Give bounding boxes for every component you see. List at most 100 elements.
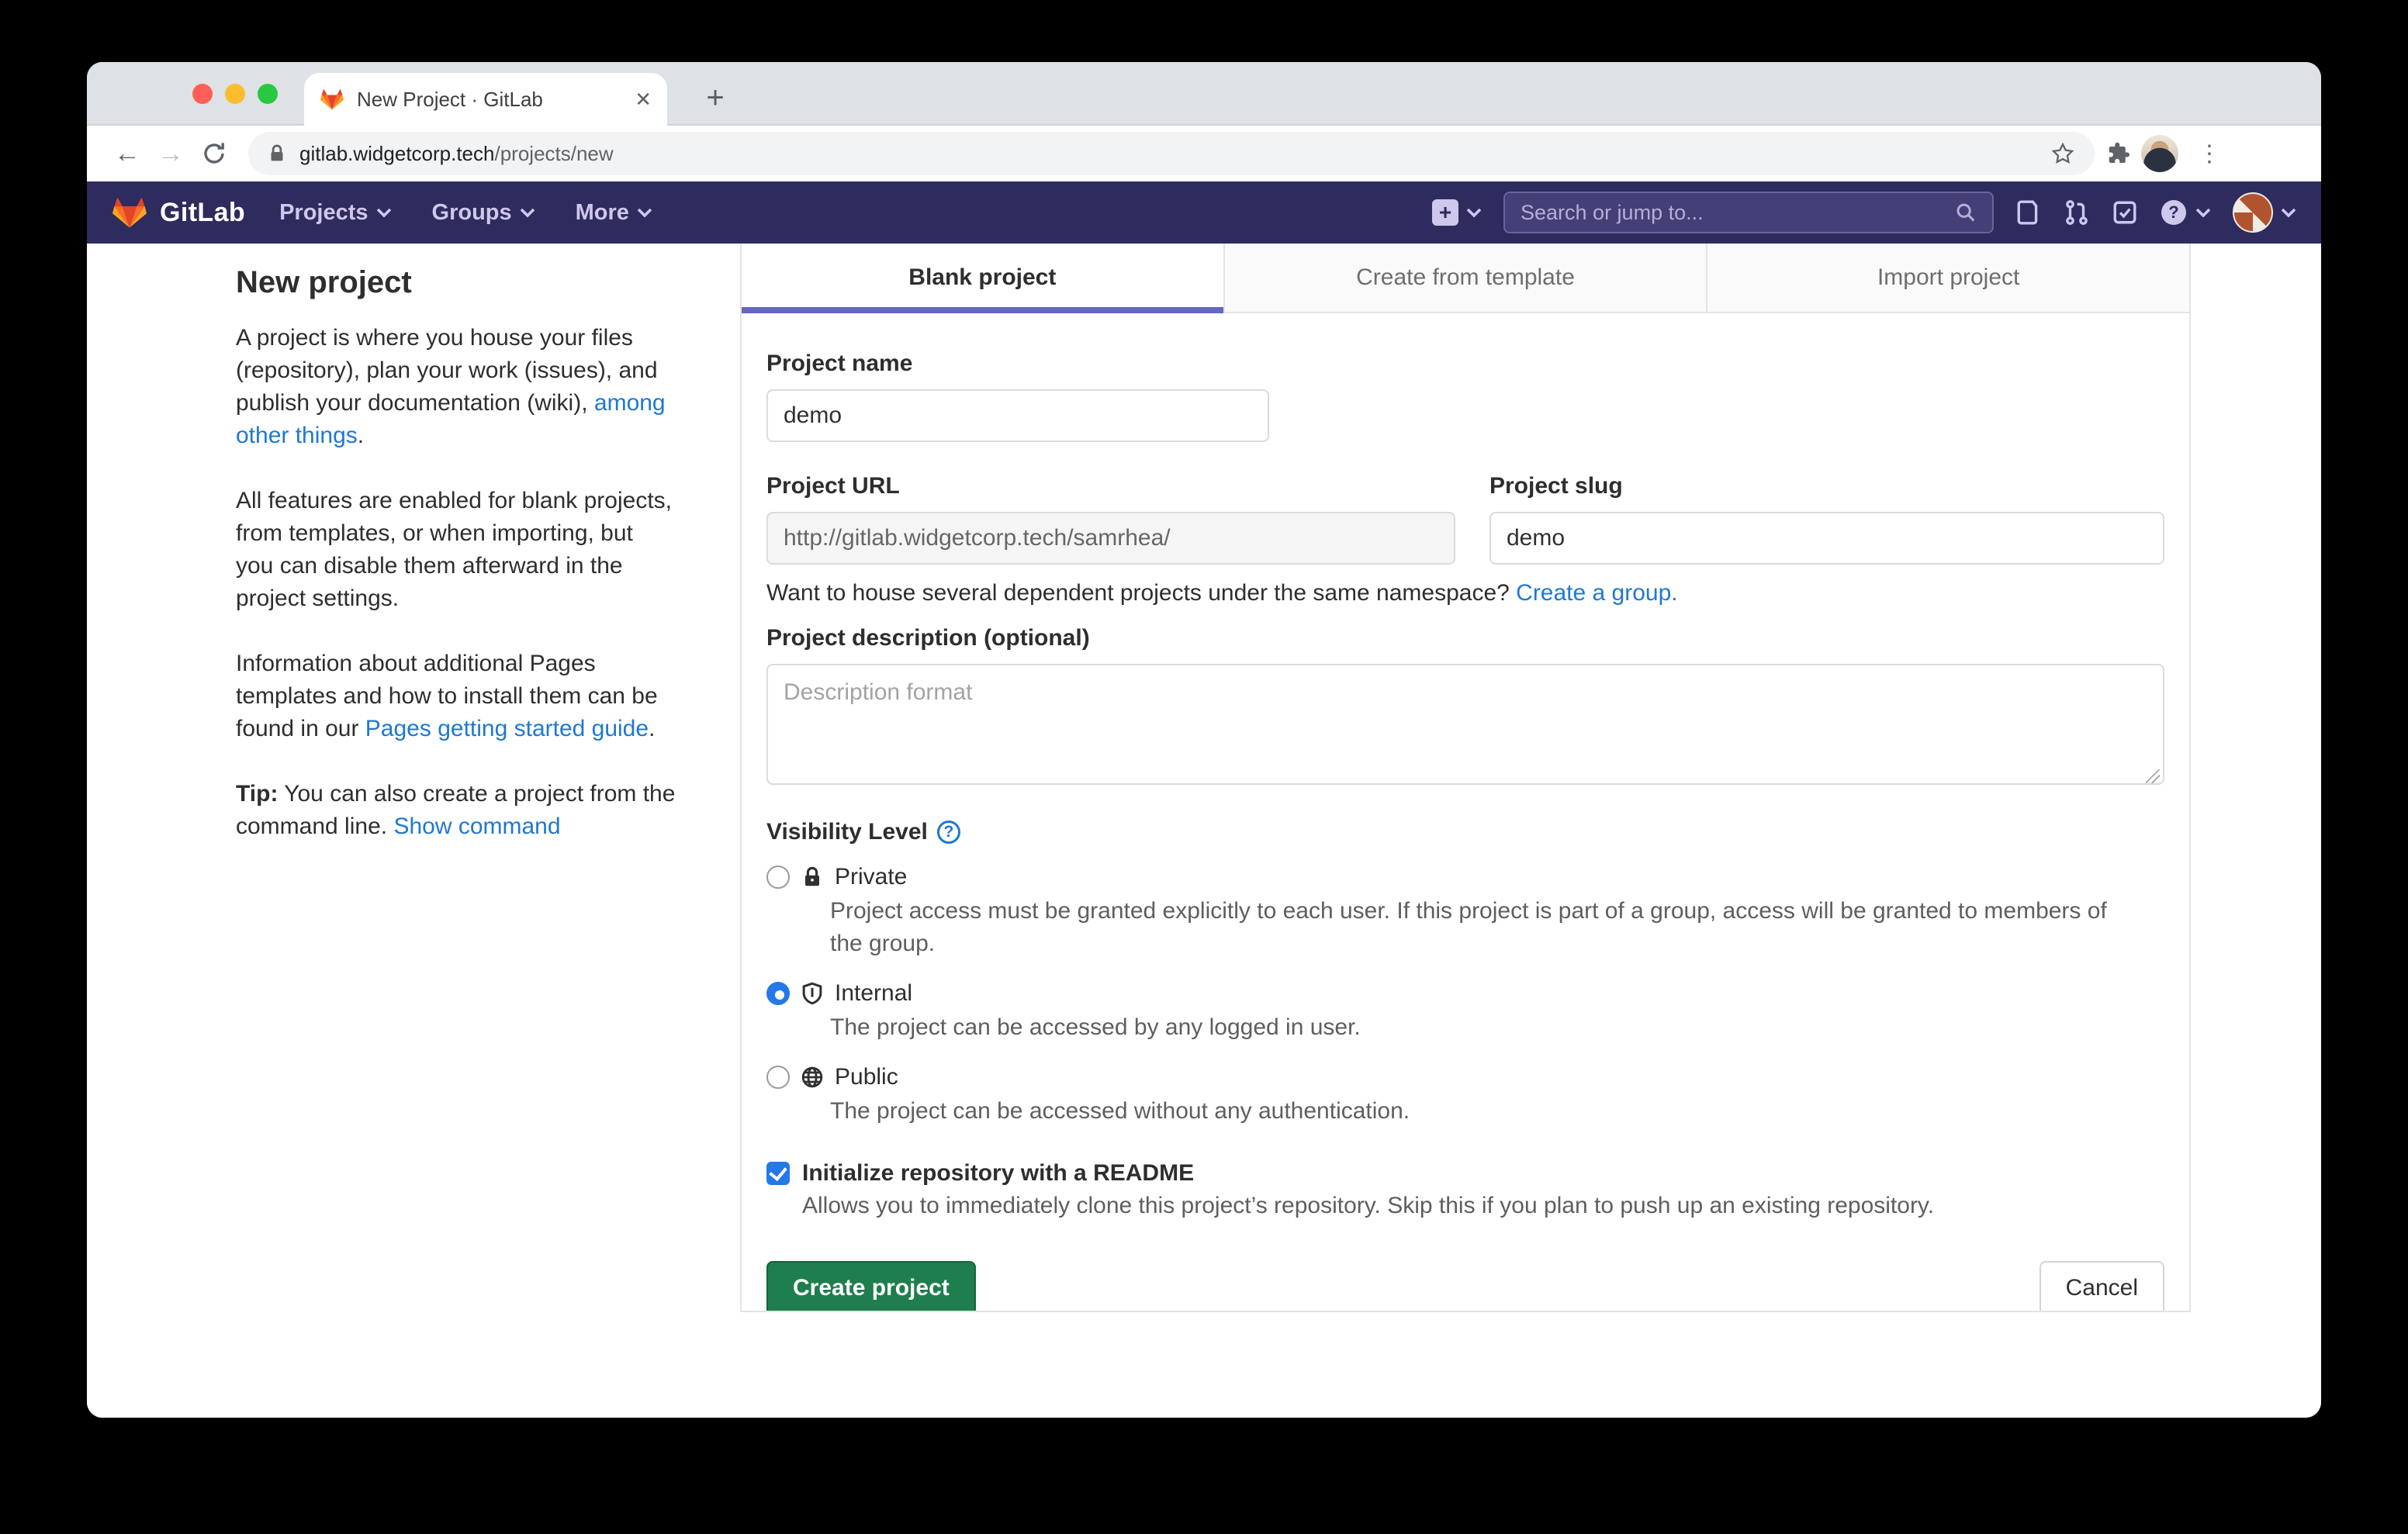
tab-import-project[interactable]: Import project: [1706, 244, 2189, 312]
new-tab-button[interactable]: +: [695, 78, 735, 118]
url-path: /projects/new: [494, 142, 613, 165]
browser-menu-kebab-icon[interactable]: ⋮: [2188, 132, 2231, 175]
gitlab-navbar: GitLab Projects Groups More +: [87, 181, 2321, 244]
project-name-label: Project name: [766, 351, 2164, 377]
todos-icon[interactable]: [2112, 199, 2138, 226]
sidebar-paragraph-3: Information about additional Pages templ…: [236, 648, 676, 745]
close-window-button[interactable]: [192, 84, 213, 104]
forward-icon[interactable]: →: [149, 132, 192, 175]
chevron-down-icon: [2281, 207, 2296, 218]
readme-section: Initialize repository with a README Allo…: [766, 1160, 2164, 1219]
project-slug-input[interactable]: [1489, 512, 2164, 565]
tab-create-from-template[interactable]: Create from template: [1223, 244, 1707, 312]
svg-text:?: ?: [2168, 202, 2178, 222]
nav-menu-more[interactable]: More: [576, 200, 652, 226]
zoom-window-button[interactable]: [258, 84, 278, 104]
internal-radio[interactable]: [766, 982, 790, 1005]
chevron-down-icon: [1466, 207, 1482, 218]
chevron-down-icon: [520, 207, 535, 218]
sidebar-paragraph-1: A project is where you house your files …: [236, 322, 676, 452]
browser-window: New Project · GitLab ✕ + ← → gitlab.widg…: [87, 62, 2321, 1418]
bookmark-star-icon[interactable]: [2050, 140, 2076, 167]
help-menu[interactable]: ?: [2160, 199, 2211, 226]
tab-title: New Project · GitLab: [357, 88, 622, 112]
globe-icon: [801, 1065, 824, 1090]
show-command-link[interactable]: Show command: [393, 814, 560, 839]
screen: New Project · GitLab ✕ + ← → gitlab.widg…: [0, 0, 2408, 1534]
navbar-right: +: [1432, 192, 2296, 233]
project-description-textarea[interactable]: [766, 664, 2164, 785]
reload-icon[interactable]: [192, 132, 236, 175]
tab-blank-project[interactable]: Blank project: [742, 244, 1223, 312]
create-project-button[interactable]: Create project: [766, 1261, 976, 1312]
global-search[interactable]: [1503, 192, 1994, 233]
tab-close-icon[interactable]: ✕: [635, 89, 652, 109]
visibility-options: Private Project access must be granted e…: [766, 864, 2164, 1128]
url-host: gitlab.widgetcorp.tech: [299, 142, 494, 165]
project-url-label: Project URL: [766, 473, 1455, 499]
internal-label[interactable]: Internal: [835, 980, 912, 1007]
minimize-window-button[interactable]: [225, 84, 245, 104]
public-label[interactable]: Public: [835, 1064, 898, 1090]
tip-label: Tip:: [236, 781, 278, 807]
gitlab-favicon: [320, 88, 344, 111]
browser-profile-avatar[interactable]: [2141, 135, 2178, 172]
secure-lock-icon: [267, 143, 287, 164]
namespace-hint: Want to house several dependent projects…: [766, 580, 2164, 606]
new-project-panel: Blank project Create from template Impor…: [740, 244, 2191, 1312]
cancel-button[interactable]: Cancel: [2040, 1261, 2164, 1312]
shield-icon: [801, 981, 824, 1006]
new-menu-button[interactable]: +: [1432, 199, 1482, 226]
project-url-input[interactable]: [766, 512, 1455, 565]
browser-tabstrip: New Project · GitLab ✕ +: [87, 62, 2321, 126]
toolbar-right: ⋮: [2104, 132, 2231, 175]
readme-checkbox[interactable]: [766, 1162, 790, 1185]
help-icon: ?: [2160, 199, 2188, 226]
search-icon: [1955, 201, 1977, 224]
private-label[interactable]: Private: [835, 864, 907, 890]
address-bar[interactable]: gitlab.widgetcorp.tech/projects/new: [248, 132, 2095, 175]
visibility-help-icon[interactable]: ?: [937, 821, 960, 844]
create-group-link[interactable]: Create a group.: [1516, 580, 1677, 606]
browser-toolbar: ← → gitlab.widgetcorp.tech/projects/new: [87, 126, 2321, 181]
search-input[interactable]: [1521, 201, 1943, 225]
project-description-label: Project description (optional): [766, 625, 2164, 651]
back-icon[interactable]: ←: [106, 132, 149, 175]
visibility-level-label: Visibility Level: [766, 819, 928, 845]
readme-description: Allows you to immediately clone this pro…: [802, 1193, 2164, 1219]
user-menu[interactable]: [2233, 192, 2296, 233]
gitlab-brand[interactable]: GitLab: [112, 195, 245, 230]
project-name-input[interactable]: [766, 389, 1269, 442]
user-avatar: [2233, 192, 2273, 233]
sidebar-paragraph-2: All features are enabled for blank proje…: [236, 485, 676, 615]
page-content: New project A project is where you house…: [87, 244, 2321, 1418]
chevron-down-icon: [376, 207, 392, 218]
sidebar-tip: Tip: You can also create a project from …: [236, 778, 676, 843]
private-radio[interactable]: [766, 865, 790, 889]
page-title: New project: [236, 265, 676, 300]
extensions-puzzle-icon[interactable]: [2104, 140, 2132, 168]
issues-icon[interactable]: [2015, 199, 2042, 226]
gitlab-wordmark: GitLab: [160, 198, 245, 228]
public-description: The project can be accessed without any …: [830, 1095, 2141, 1128]
nav-menu-projects[interactable]: Projects: [279, 200, 391, 226]
chevron-down-icon: [637, 207, 652, 218]
plus-square-icon: +: [1432, 199, 1458, 226]
gitlab-menus: Projects Groups More: [279, 200, 652, 226]
blank-project-form: Project name Project URL Project slug Wa…: [742, 313, 2189, 1312]
description-textarea-wrap: [766, 664, 2164, 791]
project-slug-label: Project slug: [1489, 473, 2164, 499]
sidebar-help-column: New project A project is where you house…: [236, 244, 676, 876]
window-controls[interactable]: [192, 84, 278, 104]
browser-tab[interactable]: New Project · GitLab ✕: [304, 73, 667, 126]
pages-guide-link[interactable]: Pages getting started guide: [365, 716, 649, 741]
public-radio[interactable]: [766, 1066, 790, 1089]
visibility-option-private: Private Project access must be granted e…: [766, 864, 2164, 960]
nav-menu-groups[interactable]: Groups: [432, 200, 535, 226]
project-type-tabs: Blank project Create from template Impor…: [742, 244, 2189, 313]
merge-requests-icon[interactable]: [2064, 199, 2090, 226]
form-actions: Create project Cancel: [766, 1261, 2164, 1312]
readme-label[interactable]: Initialize repository with a README: [802, 1160, 1194, 1187]
private-description: Project access must be granted explicitl…: [830, 895, 2141, 960]
internal-description: The project can be accessed by any logge…: [830, 1011, 2141, 1044]
